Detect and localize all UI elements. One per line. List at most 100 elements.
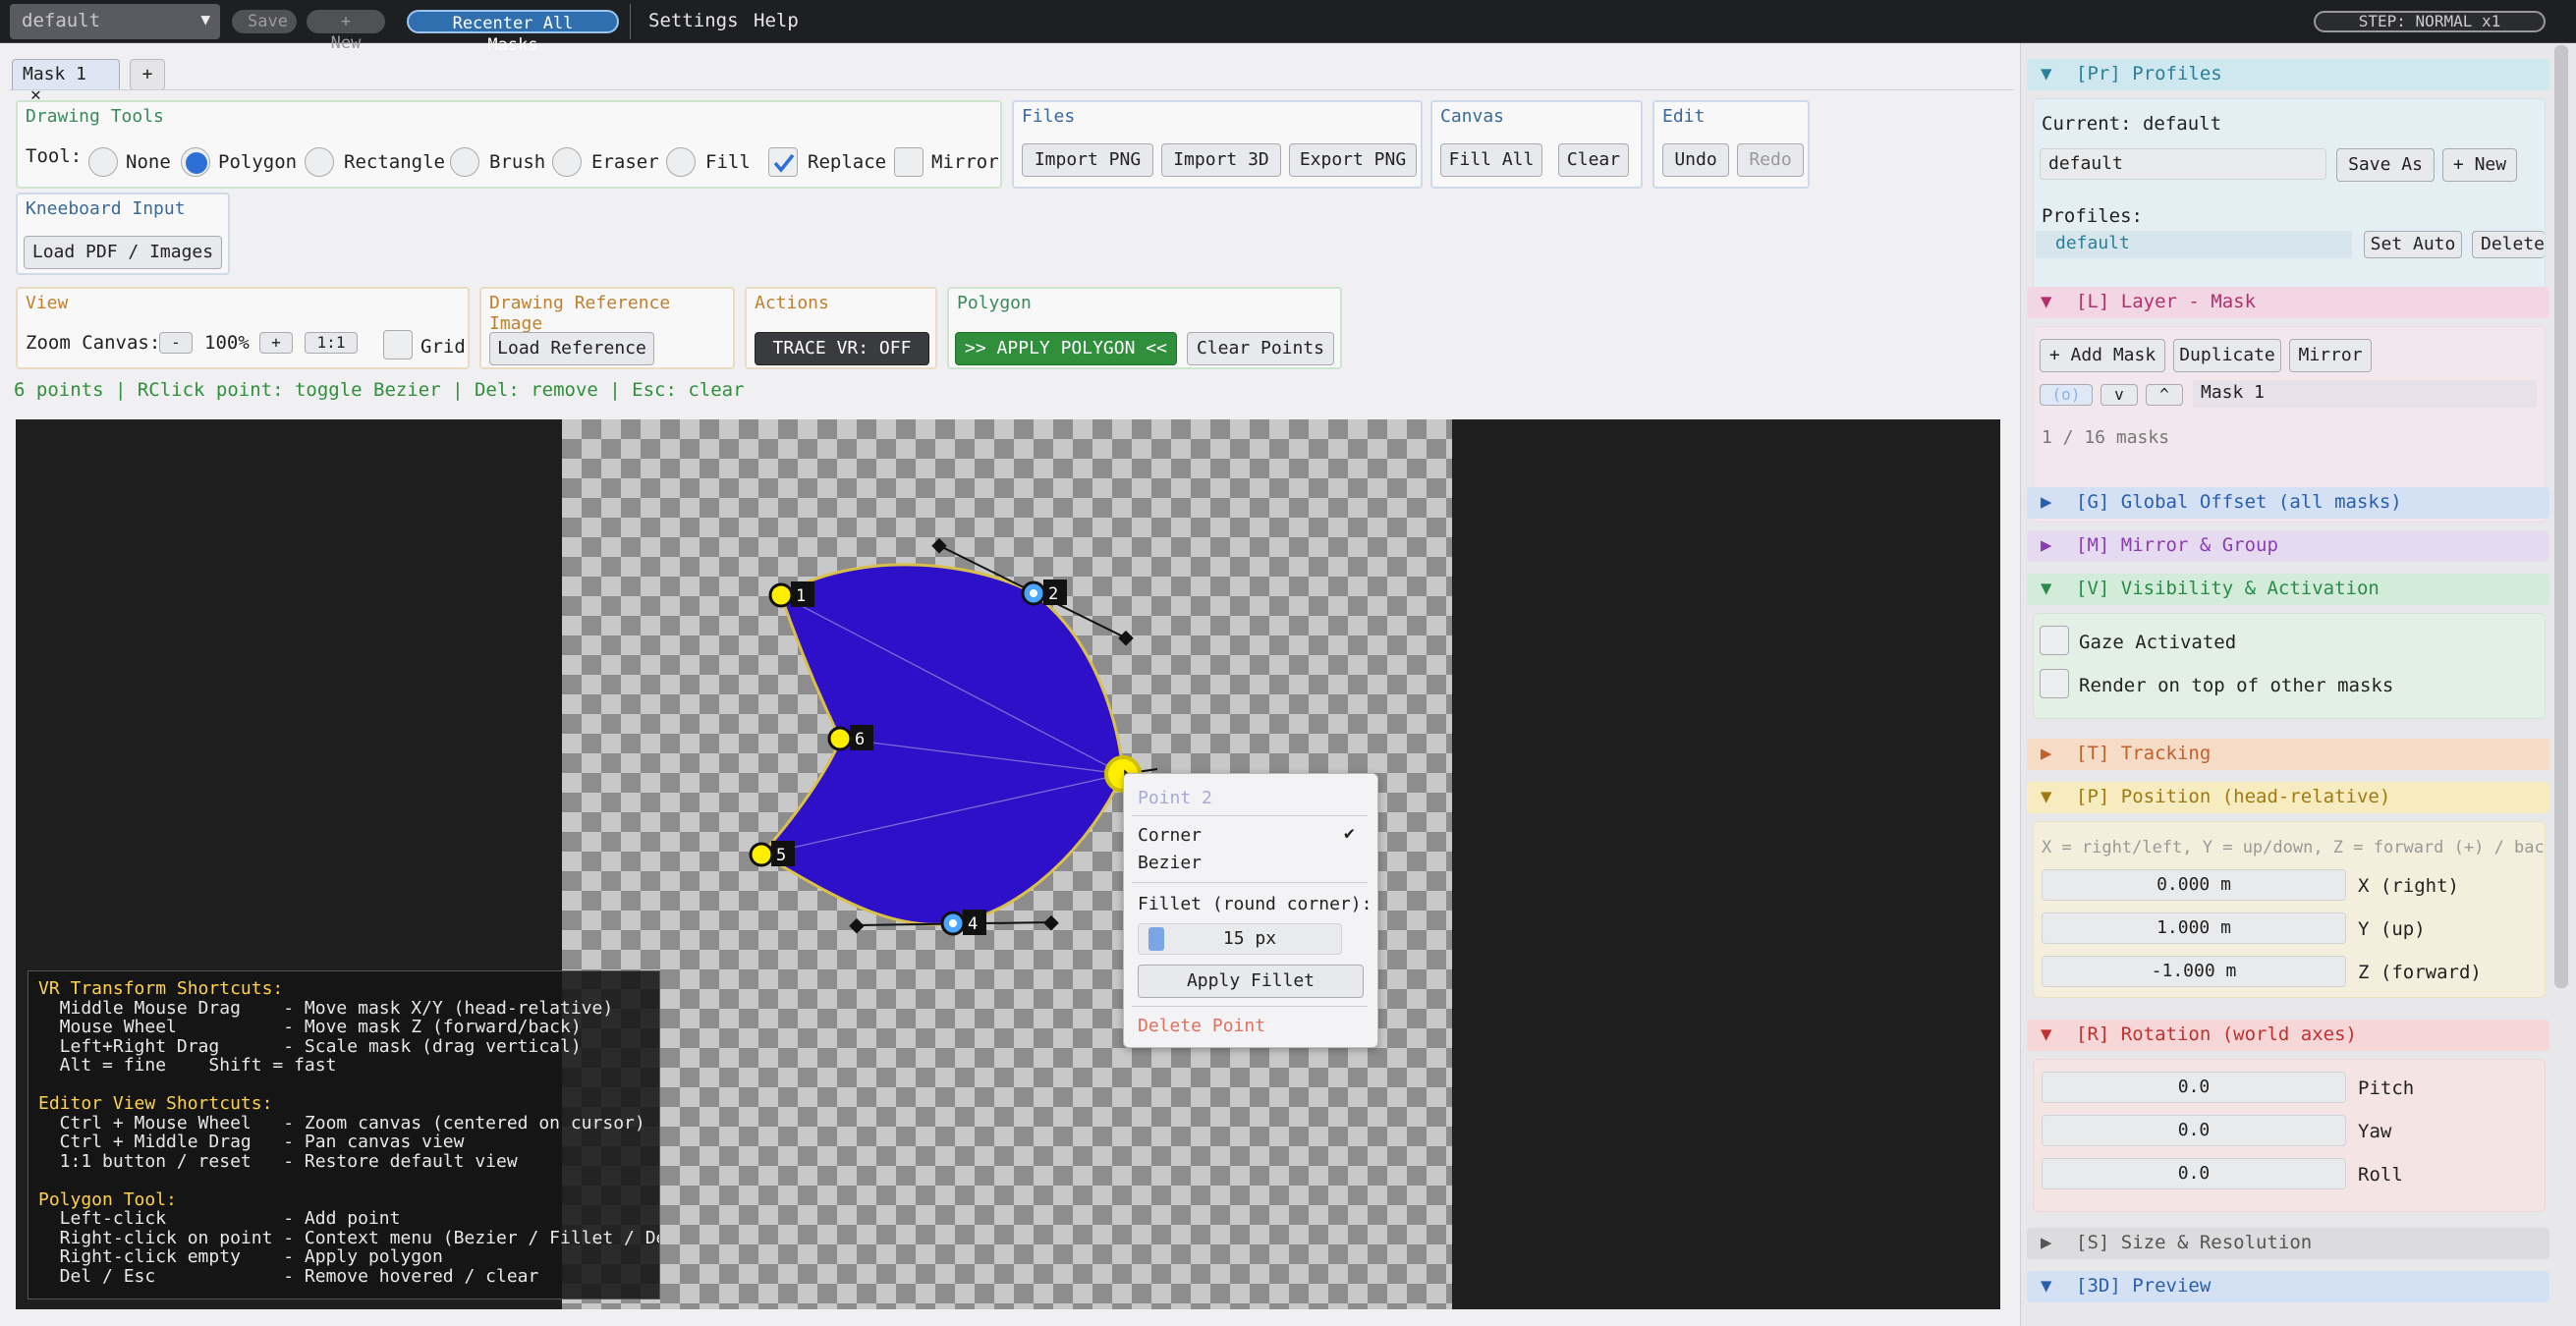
shortcuts-overlay: VR Transform Shortcuts: Middle Mouse Dra… bbox=[28, 970, 660, 1299]
section-header-tracking[interactable]: ▶ [T] Tracking bbox=[2027, 739, 2549, 770]
chevron-down-icon: ▼ bbox=[2041, 291, 2052, 312]
divider bbox=[1132, 815, 1368, 816]
properties-panel: ▼ [Pr] Profiles Current: default default … bbox=[2020, 43, 2576, 1326]
chevron-down-icon: ▼ bbox=[2041, 578, 2052, 599]
divider bbox=[1132, 1006, 1368, 1007]
shortcut-line: Left+Right Drag - Scale mask (drag verti… bbox=[38, 1035, 582, 1057]
chevron-down-icon: ▼ bbox=[2041, 786, 2052, 807]
profiles-list-label: Profiles: bbox=[2042, 205, 2143, 227]
polygon-point[interactable] bbox=[827, 726, 853, 751]
shortcut-line: 1:1 button / reset - Restore default vie… bbox=[38, 1150, 518, 1172]
point-label: 2 bbox=[1048, 584, 1058, 604]
shortcut-line: Middle Mouse Drag - Move mask X/Y (head-… bbox=[38, 997, 614, 1019]
polygon-shape[interactable] bbox=[758, 563, 1125, 926]
section-title: [G] Global Offset (all masks) bbox=[2076, 491, 2402, 513]
profile-name-input[interactable]: default bbox=[2040, 148, 2326, 180]
position-y-label: Y (up) bbox=[2358, 918, 2426, 940]
position-y-field[interactable]: 1.000 m bbox=[2042, 912, 2346, 944]
shortcut-line: Del / Esc - Remove hovered / clear bbox=[38, 1265, 539, 1287]
chevron-down-icon: ▼ bbox=[2041, 1023, 2052, 1045]
section-header-mirror-group[interactable]: ▶ [M] Mirror & Group bbox=[2027, 530, 2549, 562]
mask-visibility-toggle[interactable]: (o) bbox=[2040, 384, 2093, 406]
panel-scrollbar[interactable] bbox=[2554, 45, 2568, 988]
shortcut-line: Left-click - Add point bbox=[38, 1208, 401, 1229]
rotation-yaw-field[interactable]: 0.0 bbox=[2042, 1115, 2346, 1146]
point-label: 1 bbox=[796, 586, 806, 606]
current-profile-text: Current: default bbox=[2042, 113, 2222, 135]
rotation-pitch-label: Pitch bbox=[2358, 1077, 2415, 1099]
section-header-profiles[interactable]: ▼ [Pr] Profiles bbox=[2027, 59, 2549, 90]
polygon-point[interactable] bbox=[768, 582, 794, 608]
chevron-down-icon: ▼ bbox=[2041, 63, 2052, 84]
apply-fillet-button[interactable]: Apply Fillet bbox=[1138, 965, 1364, 998]
section-header-visibility[interactable]: ▼ [V] Visibility & Activation bbox=[2027, 574, 2549, 605]
point-label: 4 bbox=[968, 914, 978, 934]
new-profile-panel-button[interactable]: + New bbox=[2442, 148, 2517, 182]
position-x-field[interactable]: 0.000 m bbox=[2042, 869, 2346, 901]
move-mask-up-button[interactable]: ^ bbox=[2146, 384, 2183, 406]
polygon-point[interactable] bbox=[749, 842, 774, 867]
move-mask-down-button[interactable]: v bbox=[2100, 384, 2138, 406]
section-title: [L] Layer - Mask bbox=[2076, 291, 2257, 312]
section-header-size[interactable]: ▶ [S] Size & Resolution bbox=[2027, 1228, 2549, 1259]
fillet-slider[interactable]: 15 px bbox=[1138, 923, 1342, 955]
shortcuts-heading: VR Transform Shortcuts: bbox=[38, 978, 284, 999]
position-z-label: Z (forward) bbox=[2358, 962, 2482, 983]
section-title: [T] Tracking bbox=[2076, 743, 2212, 764]
shortcuts-heading: Editor View Shortcuts: bbox=[38, 1093, 273, 1114]
delete-profile-button[interactable]: Delete bbox=[2472, 231, 2545, 258]
slider-handle[interactable] bbox=[1148, 927, 1164, 951]
section-header-rotation[interactable]: ▼ [R] Rotation (world axes) bbox=[2027, 1020, 2549, 1051]
save-as-button[interactable]: Save As bbox=[2336, 148, 2435, 182]
section-title: [P] Position (head-relative) bbox=[2076, 786, 2391, 807]
checkmark-icon: ✔ bbox=[1344, 823, 1355, 844]
position-body: X = right/left, Y = up/down, Z = forward… bbox=[2033, 821, 2546, 998]
section-header-position[interactable]: ▼ [P] Position (head-relative) bbox=[2027, 782, 2549, 813]
rotation-pitch-field[interactable]: 0.0 bbox=[2042, 1072, 2346, 1103]
delete-point-menu-item[interactable]: Delete Point bbox=[1138, 1016, 1265, 1036]
shortcut-line: Right-click empty - Apply polygon bbox=[38, 1246, 443, 1267]
profiles-body: Current: default default Save As + New P… bbox=[2033, 98, 2546, 304]
context-menu-title: Point 2 bbox=[1138, 788, 1212, 808]
chevron-right-icon: ▶ bbox=[2041, 534, 2052, 556]
mask-count: 1 / 16 masks bbox=[2042, 427, 2170, 448]
mirror-mask-button[interactable]: Mirror bbox=[2289, 339, 2372, 372]
section-title: [M] Mirror & Group bbox=[2076, 534, 2278, 556]
chevron-down-icon: ▼ bbox=[2041, 1275, 2052, 1297]
position-z-field[interactable]: -1.000 m bbox=[2042, 956, 2346, 987]
section-header-global-offset[interactable]: ▶ [G] Global Offset (all masks) bbox=[2027, 487, 2549, 519]
menu-item-label: Bezier bbox=[1138, 853, 1203, 873]
section-title: [R] Rotation (world axes) bbox=[2076, 1023, 2357, 1045]
section-title: [V] Visibility & Activation bbox=[2076, 578, 2380, 599]
render-on-top-label: Render on top of other masks bbox=[2079, 675, 2394, 696]
point-label: 5 bbox=[776, 846, 786, 865]
menu-item-bezier[interactable]: Bezier bbox=[1132, 851, 1368, 876]
chevron-right-icon: ▶ bbox=[2041, 1232, 2052, 1253]
section-title: [S] Size & Resolution bbox=[2076, 1232, 2313, 1253]
section-header-preview[interactable]: ▼ [3D] Preview bbox=[2027, 1271, 2549, 1302]
render-on-top-checkbox[interactable] bbox=[2040, 669, 2069, 698]
shortcut-line: Mouse Wheel - Move mask Z (forward/back) bbox=[38, 1017, 582, 1037]
set-auto-button[interactable]: Set Auto bbox=[2364, 231, 2462, 258]
point-context-menu: Point 2 Corner ✔ Bezier Fillet (round co… bbox=[1123, 773, 1378, 1048]
shortcut-line: Ctrl + Mouse Wheel - Zoom canvas (center… bbox=[38, 1112, 645, 1133]
bezier-marker bbox=[949, 919, 957, 927]
rotation-body: 0.0 Pitch 0.0 Yaw 0.0 Roll bbox=[2033, 1059, 2546, 1212]
rotation-roll-field[interactable]: 0.0 bbox=[2042, 1158, 2346, 1189]
chevron-right-icon: ▶ bbox=[2041, 743, 2052, 764]
add-mask-button[interactable]: + Add Mask bbox=[2040, 339, 2165, 372]
bezier-marker bbox=[1030, 589, 1037, 597]
rotation-roll-label: Roll bbox=[2358, 1164, 2403, 1186]
section-header-layer[interactable]: ▼ [L] Layer - Mask bbox=[2027, 287, 2549, 318]
fillet-value: 15 px bbox=[1222, 928, 1277, 949]
shortcuts-heading: Polygon Tool: bbox=[38, 1188, 177, 1210]
gaze-activated-checkbox[interactable] bbox=[2040, 626, 2069, 655]
duplicate-mask-button[interactable]: Duplicate bbox=[2173, 339, 2281, 372]
fillet-label: Fillet (round corner): bbox=[1138, 894, 1372, 914]
shortcut-line: Ctrl + Middle Drag - Pan canvas view bbox=[38, 1132, 465, 1152]
menu-item-label: Corner bbox=[1138, 825, 1203, 846]
chevron-right-icon: ▶ bbox=[2041, 491, 2052, 513]
mask-list-item[interactable]: Mask 1 bbox=[2193, 380, 2537, 408]
profile-list-item[interactable]: default bbox=[2036, 231, 2352, 258]
menu-item-corner[interactable]: Corner ✔ bbox=[1132, 823, 1368, 849]
